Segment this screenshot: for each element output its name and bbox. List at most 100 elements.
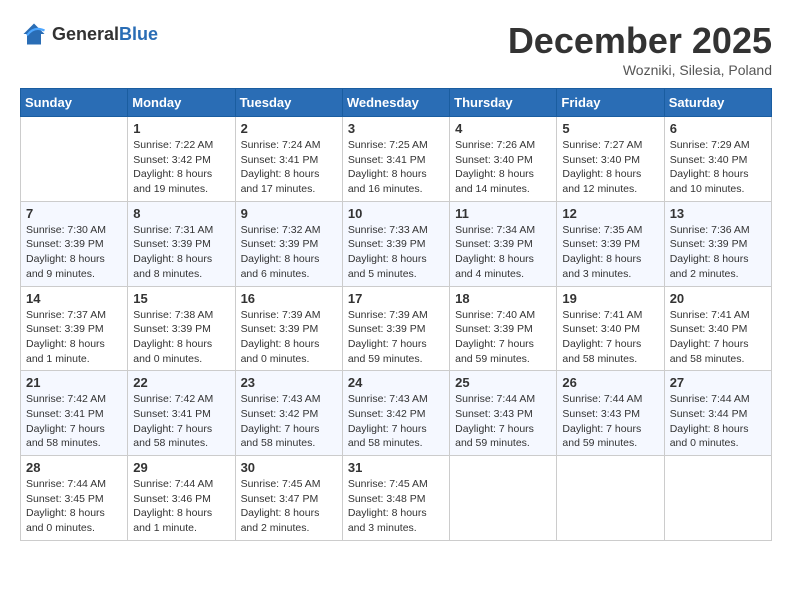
day-info: Sunrise: 7:33 AMSunset: 3:39 PMDaylight:… <box>348 223 444 282</box>
calendar-cell: 8 Sunrise: 7:31 AMSunset: 3:39 PMDaylight… <box>128 201 235 286</box>
calendar-week-3: 21 Sunrise: 7:42 AMSunset: 3:41 PMDayligh… <box>21 371 772 456</box>
calendar-cell: 20Sunrise: 7:41 AMSunset: 3:40 PMDayligh… <box>664 286 771 371</box>
day-number: 3 <box>348 121 444 136</box>
day-info: Sunrise: 7:42 AMSunset: 3:41 PMDaylight:… <box>133 392 229 451</box>
day-number: 9 <box>241 206 337 221</box>
day-info: Sunrise: 7:31 AMSunset: 3:39 PMDaylight:… <box>133 223 229 282</box>
calendar-header: SundayMondayTuesdayWednesdayThursdayFrid… <box>21 89 772 117</box>
day-info: Sunrise: 7:27 AMSunset: 3:40 PMDaylight:… <box>562 138 658 197</box>
day-number: 29 <box>133 460 229 475</box>
calendar-cell: 23Sunrise: 7:43 AMSunset: 3:42 PMDayligh… <box>235 371 342 456</box>
calendar-cell: 3 Sunrise: 7:25 AMSunset: 3:41 PMDaylight… <box>342 117 449 202</box>
day-info: Sunrise: 7:25 AMSunset: 3:41 PMDaylight:… <box>348 138 444 197</box>
day-info: Sunrise: 7:34 AMSunset: 3:39 PMDaylight:… <box>455 223 551 282</box>
day-info: Sunrise: 7:45 AMSunset: 3:48 PMDaylight:… <box>348 477 444 536</box>
calendar-cell: 31Sunrise: 7:45 AMSunset: 3:48 PMDayligh… <box>342 456 449 541</box>
calendar-cell: 7 Sunrise: 7:30 AMSunset: 3:39 PMDaylight… <box>21 201 128 286</box>
calendar-body: 1Sunrise: 7:22 AMSunset: 3:42 PMDaylight… <box>21 117 772 541</box>
day-info: Sunrise: 7:45 AMSunset: 3:47 PMDaylight:… <box>241 477 337 536</box>
day-info: Sunrise: 7:44 AMSunset: 3:45 PMDaylight:… <box>26 477 122 536</box>
header-row: SundayMondayTuesdayWednesdayThursdayFrid… <box>21 89 772 117</box>
calendar-cell: 14Sunrise: 7:37 AMSunset: 3:39 PMDayligh… <box>21 286 128 371</box>
calendar-cell: 25Sunrise: 7:44 AMSunset: 3:43 PMDayligh… <box>450 371 557 456</box>
calendar-week-1: 7 Sunrise: 7:30 AMSunset: 3:39 PMDaylight… <box>21 201 772 286</box>
day-number: 26 <box>562 375 658 390</box>
calendar-week-4: 28Sunrise: 7:44 AMSunset: 3:45 PMDayligh… <box>21 456 772 541</box>
calendar-cell: 16 Sunrise: 7:39 AMSunset: 3:39 PMDayligh… <box>235 286 342 371</box>
calendar-cell: 30 Sunrise: 7:45 AMSunset: 3:47 PMDayligh… <box>235 456 342 541</box>
day-number: 25 <box>455 375 551 390</box>
day-number: 7 <box>26 206 122 221</box>
day-number: 27 <box>670 375 766 390</box>
day-number: 13 <box>670 206 766 221</box>
calendar-cell: 27 Sunrise: 7:44 AMSunset: 3:44 PMDayligh… <box>664 371 771 456</box>
logo-icon <box>20 20 48 48</box>
calendar-cell: 9 Sunrise: 7:32 AMSunset: 3:39 PMDaylight… <box>235 201 342 286</box>
day-number: 16 <box>241 291 337 306</box>
day-number: 4 <box>455 121 551 136</box>
day-info: Sunrise: 7:44 AMSunset: 3:44 PMDaylight:… <box>670 392 766 451</box>
calendar-cell: 10Sunrise: 7:33 AMSunset: 3:39 PMDayligh… <box>342 201 449 286</box>
logo-general: General <box>52 24 119 44</box>
calendar-cell: 26 Sunrise: 7:44 AMSunset: 3:43 PMDayligh… <box>557 371 664 456</box>
calendar-cell: 21 Sunrise: 7:42 AMSunset: 3:41 PMDayligh… <box>21 371 128 456</box>
calendar-cell: 29Sunrise: 7:44 AMSunset: 3:46 PMDayligh… <box>128 456 235 541</box>
calendar-cell: 1Sunrise: 7:22 AMSunset: 3:42 PMDaylight… <box>128 117 235 202</box>
day-number: 24 <box>348 375 444 390</box>
day-number: 20 <box>670 291 766 306</box>
logo-blue: Blue <box>119 24 158 44</box>
calendar-cell: 18 Sunrise: 7:40 AMSunset: 3:39 PMDayligh… <box>450 286 557 371</box>
calendar-week-2: 14Sunrise: 7:37 AMSunset: 3:39 PMDayligh… <box>21 286 772 371</box>
calendar-cell: 24 Sunrise: 7:43 AMSunset: 3:42 PMDayligh… <box>342 371 449 456</box>
day-info: Sunrise: 7:22 AMSunset: 3:42 PMDaylight:… <box>133 138 229 197</box>
day-number: 17 <box>348 291 444 306</box>
day-number: 12 <box>562 206 658 221</box>
day-info: Sunrise: 7:39 AMSunset: 3:39 PMDaylight:… <box>241 308 337 367</box>
page-header: GeneralBlue December 2025 Wozniki, Siles… <box>20 20 772 78</box>
day-info: Sunrise: 7:26 AMSunset: 3:40 PMDaylight:… <box>455 138 551 197</box>
calendar-table: SundayMondayTuesdayWednesdayThursdayFrid… <box>20 88 772 541</box>
day-number: 15 <box>133 291 229 306</box>
day-info: Sunrise: 7:29 AMSunset: 3:40 PMDaylight:… <box>670 138 766 197</box>
day-info: Sunrise: 7:30 AMSunset: 3:39 PMDaylight:… <box>26 223 122 282</box>
calendar-cell: 11 Sunrise: 7:34 AMSunset: 3:39 PMDayligh… <box>450 201 557 286</box>
day-info: Sunrise: 7:41 AMSunset: 3:40 PMDaylight:… <box>562 308 658 367</box>
day-number: 22 <box>133 375 229 390</box>
calendar-cell: 17 Sunrise: 7:39 AMSunset: 3:39 PMDayligh… <box>342 286 449 371</box>
header-day-thursday: Thursday <box>450 89 557 117</box>
calendar-cell: 19 Sunrise: 7:41 AMSunset: 3:40 PMDayligh… <box>557 286 664 371</box>
calendar-cell <box>450 456 557 541</box>
calendar-cell: 28Sunrise: 7:44 AMSunset: 3:45 PMDayligh… <box>21 456 128 541</box>
day-info: Sunrise: 7:43 AMSunset: 3:42 PMDaylight:… <box>348 392 444 451</box>
calendar-cell: 12 Sunrise: 7:35 AMSunset: 3:39 PMDayligh… <box>557 201 664 286</box>
day-number: 6 <box>670 121 766 136</box>
day-number: 18 <box>455 291 551 306</box>
calendar-cell: 22 Sunrise: 7:42 AMSunset: 3:41 PMDayligh… <box>128 371 235 456</box>
day-info: Sunrise: 7:24 AMSunset: 3:41 PMDaylight:… <box>241 138 337 197</box>
day-info: Sunrise: 7:40 AMSunset: 3:39 PMDaylight:… <box>455 308 551 367</box>
day-info: Sunrise: 7:44 AMSunset: 3:43 PMDaylight:… <box>562 392 658 451</box>
day-number: 30 <box>241 460 337 475</box>
calendar-cell: 2 Sunrise: 7:24 AMSunset: 3:41 PMDaylight… <box>235 117 342 202</box>
day-info: Sunrise: 7:39 AMSunset: 3:39 PMDaylight:… <box>348 308 444 367</box>
header-day-wednesday: Wednesday <box>342 89 449 117</box>
calendar-week-0: 1Sunrise: 7:22 AMSunset: 3:42 PMDaylight… <box>21 117 772 202</box>
day-number: 19 <box>562 291 658 306</box>
header-day-saturday: Saturday <box>664 89 771 117</box>
day-info: Sunrise: 7:32 AMSunset: 3:39 PMDaylight:… <box>241 223 337 282</box>
calendar-cell <box>664 456 771 541</box>
day-number: 11 <box>455 206 551 221</box>
day-info: Sunrise: 7:42 AMSunset: 3:41 PMDaylight:… <box>26 392 122 451</box>
calendar-cell: 4 Sunrise: 7:26 AMSunset: 3:40 PMDaylight… <box>450 117 557 202</box>
calendar-cell: 13Sunrise: 7:36 AMSunset: 3:39 PMDayligh… <box>664 201 771 286</box>
day-number: 2 <box>241 121 337 136</box>
day-number: 21 <box>26 375 122 390</box>
day-info: Sunrise: 7:35 AMSunset: 3:39 PMDaylight:… <box>562 223 658 282</box>
day-number: 5 <box>562 121 658 136</box>
logo-text: GeneralBlue <box>52 24 158 45</box>
day-number: 14 <box>26 291 122 306</box>
day-number: 8 <box>133 206 229 221</box>
day-number: 23 <box>241 375 337 390</box>
day-info: Sunrise: 7:38 AMSunset: 3:39 PMDaylight:… <box>133 308 229 367</box>
logo: GeneralBlue <box>20 20 158 48</box>
